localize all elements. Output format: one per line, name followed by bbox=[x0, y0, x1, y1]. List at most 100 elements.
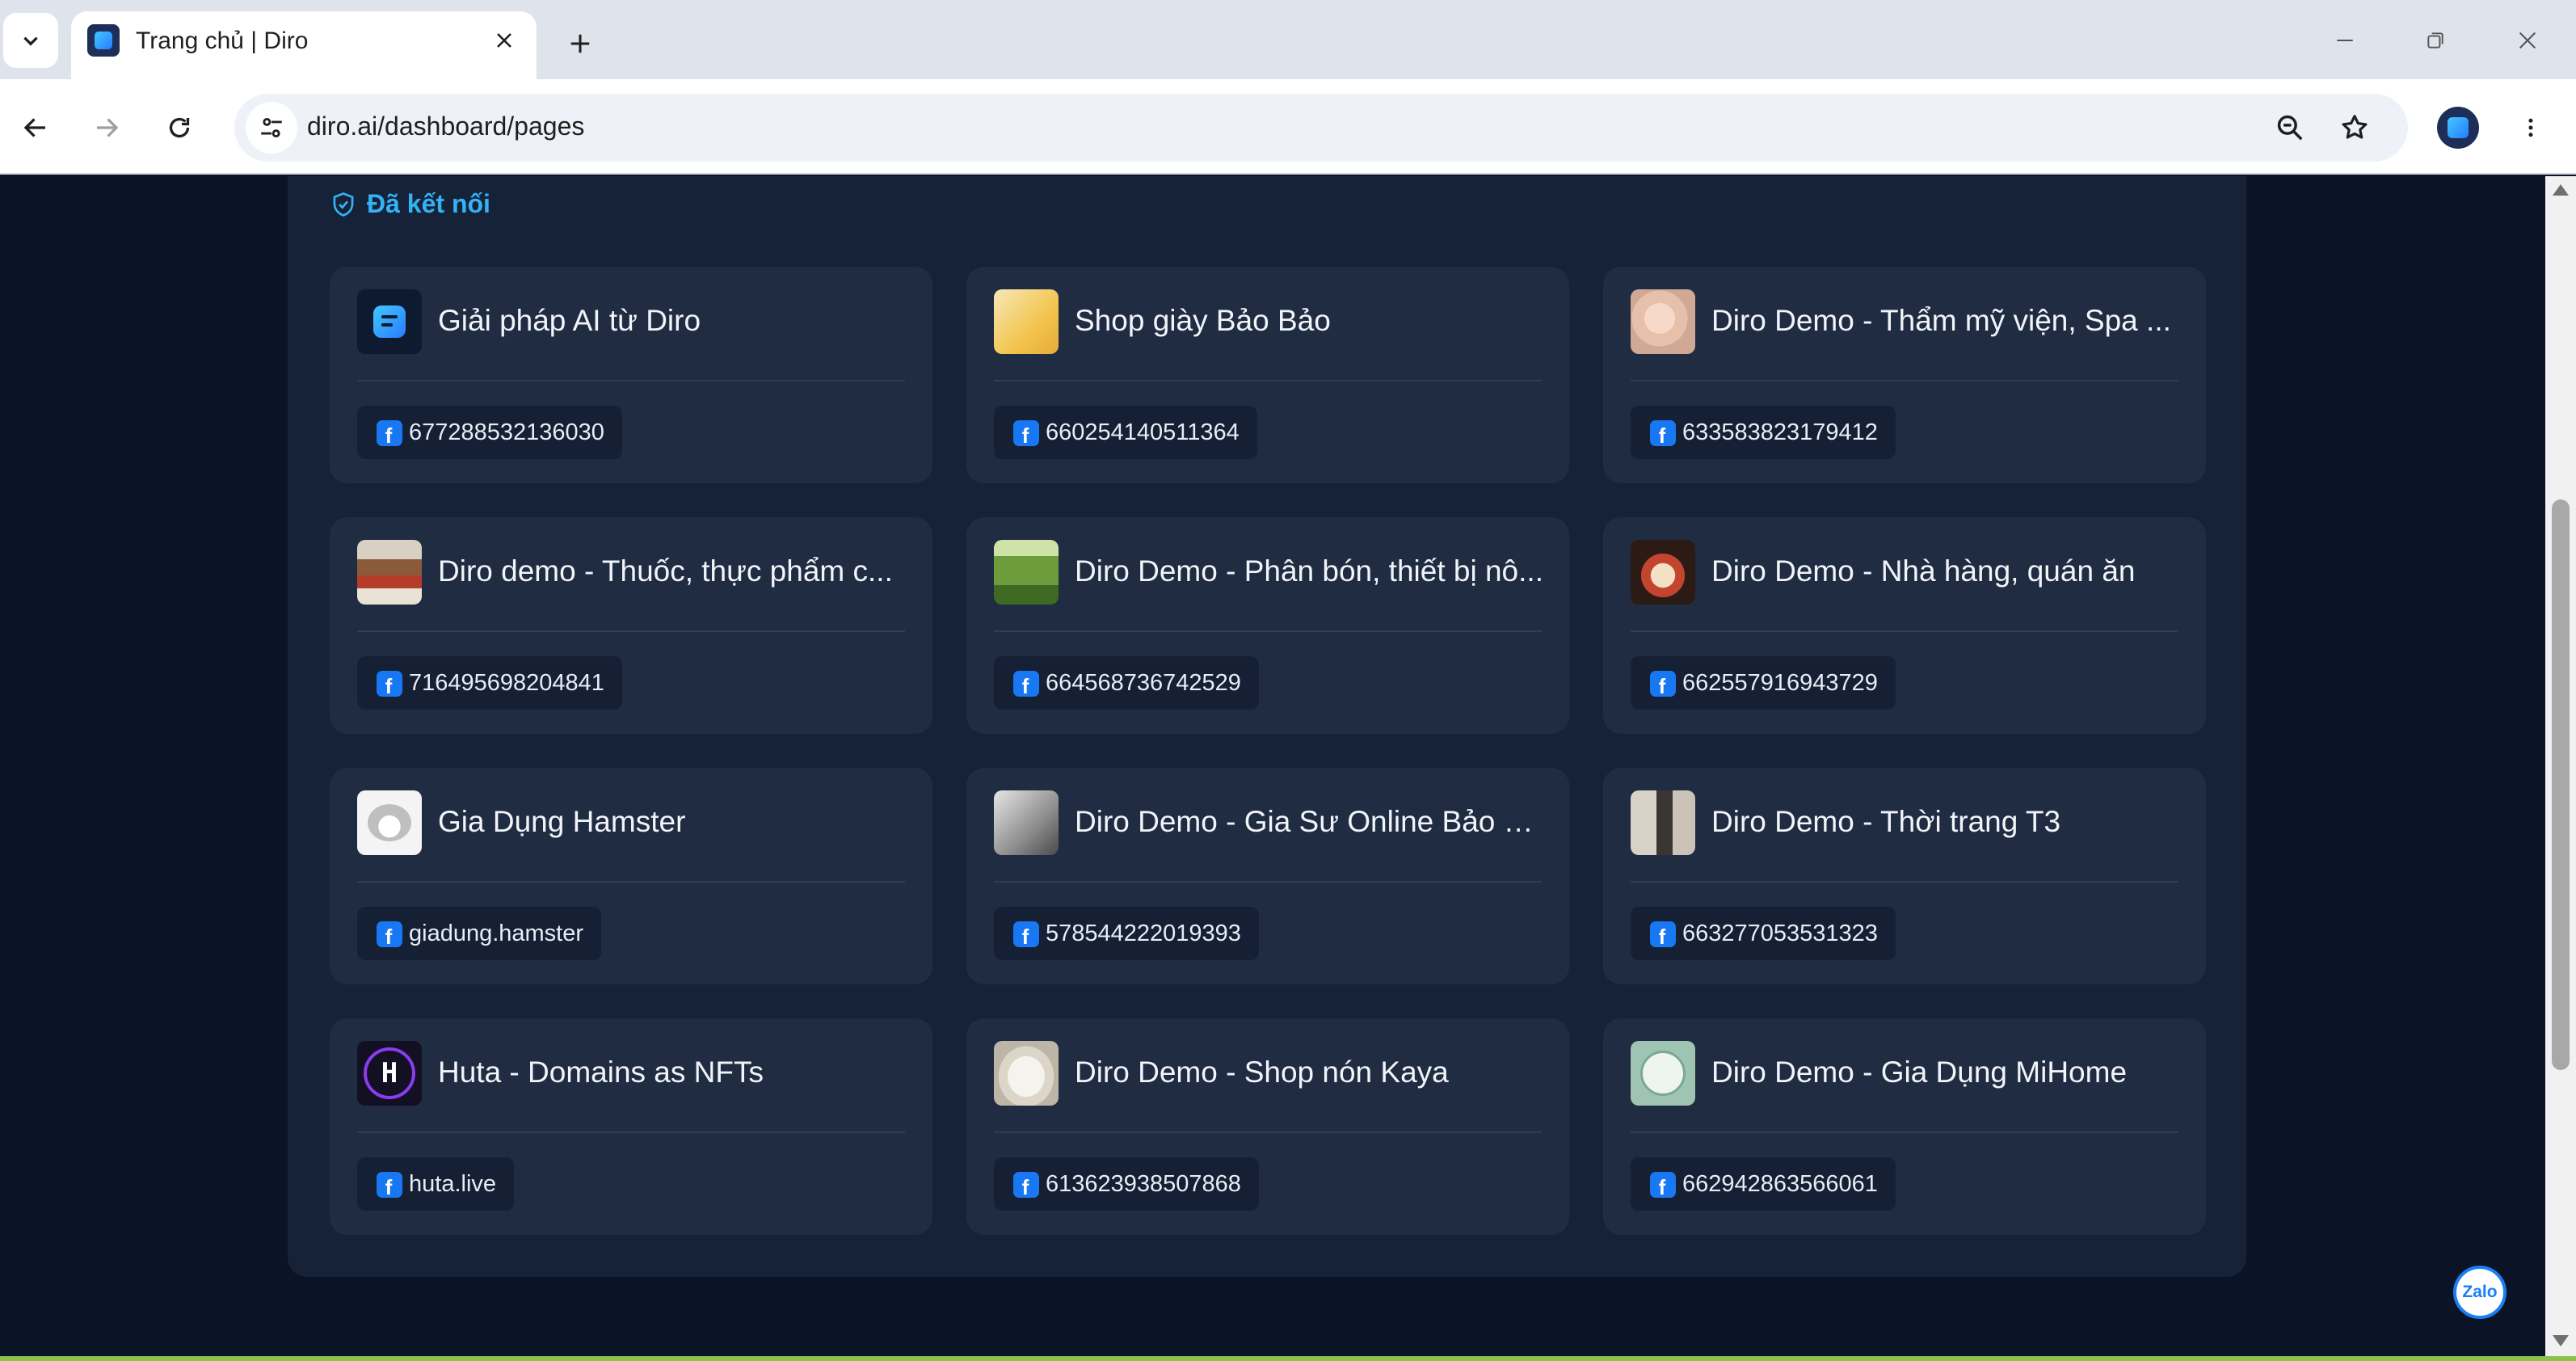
divider bbox=[994, 630, 1542, 632]
site-info-button[interactable] bbox=[246, 102, 297, 154]
divider bbox=[357, 881, 905, 883]
scroll-down-arrow-icon[interactable] bbox=[2553, 1335, 2569, 1346]
page-card-10[interactable]: H Huta - Domains as NFTs f huta.live bbox=[330, 1018, 932, 1235]
forward-button[interactable] bbox=[82, 103, 131, 152]
page-card-6[interactable]: Diro Demo - Nhà hàng, quán ăn f 66255791… bbox=[1603, 517, 2206, 734]
browser-toolbar: diro.ai/dashboard/pages bbox=[0, 79, 2576, 175]
page-name: Diro Demo - Thời trang T3 bbox=[1711, 805, 2061, 838]
page-id-chip: f 662557916943729 bbox=[1631, 656, 1896, 710]
page-name: Shop giày Bảo Bảo bbox=[1075, 304, 1331, 337]
page-id-chip: f 663277053531323 bbox=[1631, 907, 1896, 960]
page-viewport: Đã kết nối Giải pháp AI từ Diro f 677288… bbox=[0, 176, 2545, 1356]
hamster-avatar bbox=[357, 790, 422, 855]
page-id: 662942863566061 bbox=[1682, 1170, 1878, 1197]
extension-diro-icon[interactable] bbox=[2437, 107, 2479, 149]
diro-logo-avatar bbox=[357, 289, 422, 354]
tab-title: Trang chủ | Diro bbox=[136, 27, 309, 54]
page-id: 660254140511364 bbox=[1046, 419, 1240, 445]
reload-icon bbox=[169, 117, 190, 138]
page-card-11[interactable]: Diro Demo - Shop nón Kaya f 613623938507… bbox=[966, 1018, 1569, 1235]
page-id-chip: f 578544222019393 bbox=[994, 907, 1259, 960]
arrow-left-icon bbox=[23, 118, 45, 137]
spa-avatar bbox=[1631, 289, 1695, 354]
arrow-right-icon bbox=[97, 118, 119, 137]
page-id: 633583823179412 bbox=[1682, 419, 1878, 445]
more-vert-icon bbox=[2528, 118, 2533, 137]
page-card-4[interactable]: Diro demo - Thuốc, thực phẩm c... f 7164… bbox=[330, 517, 932, 734]
page-id: 613623938507868 bbox=[1046, 1170, 1241, 1197]
page-card-8[interactable]: Diro Demo - Gia Sư Online Bảo C... f 578… bbox=[966, 768, 1569, 984]
page-card-9[interactable]: Diro Demo - Thời trang T3 f 663277053531… bbox=[1603, 768, 2206, 984]
divider bbox=[994, 380, 1542, 381]
bookmark-button[interactable] bbox=[2332, 105, 2377, 150]
page-name: Diro Demo - Nhà hàng, quán ăn bbox=[1711, 554, 2136, 588]
close-icon bbox=[497, 33, 511, 48]
chevron-down-icon bbox=[23, 36, 38, 46]
facebook-icon: f bbox=[1013, 921, 1039, 947]
bottom-edge bbox=[0, 1356, 2576, 1361]
facebook-icon: f bbox=[1013, 671, 1039, 697]
zalo-label: Zalo bbox=[2462, 1283, 2498, 1301]
facebook-icon: f bbox=[377, 921, 402, 947]
url-text[interactable]: diro.ai/dashboard/pages bbox=[307, 112, 584, 141]
page-name: Diro Demo - Shop nón Kaya bbox=[1075, 1056, 1449, 1089]
divider bbox=[994, 1131, 1542, 1133]
facebook-icon: f bbox=[1013, 420, 1039, 446]
page-name: Diro Demo - Thẩm mỹ viện, Spa ... bbox=[1711, 304, 2171, 337]
scrollbar-thumb[interactable] bbox=[2552, 499, 2570, 1070]
minimize-button[interactable] bbox=[2321, 16, 2369, 65]
page-card-7[interactable]: Gia Dụng Hamster f giadung.hamster bbox=[330, 768, 932, 984]
reload-button[interactable] bbox=[155, 103, 204, 152]
restore-icon bbox=[2427, 32, 2443, 48]
page-id: 664568736742529 bbox=[1046, 669, 1241, 696]
tab-close-button[interactable] bbox=[486, 23, 522, 58]
mihome-avatar bbox=[1631, 1041, 1695, 1106]
page-id-chip: f 664568736742529 bbox=[994, 656, 1259, 710]
page-id-chip: f 613623938507868 bbox=[994, 1157, 1259, 1211]
address-bar[interactable]: diro.ai/dashboard/pages bbox=[234, 94, 2408, 162]
page-id-chip: f 633583823179412 bbox=[1631, 406, 1896, 459]
page-id: 663277053531323 bbox=[1682, 920, 1878, 946]
page-name: Diro Demo - Gia Dụng MiHome bbox=[1711, 1056, 2128, 1089]
page-card-1[interactable]: Giải pháp AI từ Diro f 677288532136030 bbox=[330, 267, 932, 483]
divider bbox=[357, 630, 905, 632]
back-button[interactable] bbox=[11, 103, 60, 152]
facebook-icon: f bbox=[377, 420, 402, 446]
page-card-12[interactable]: Diro Demo - Gia Dụng MiHome f 6629428635… bbox=[1603, 1018, 2206, 1235]
page-card-2[interactable]: Shop giày Bảo Bảo f 660254140511364 bbox=[966, 267, 1569, 483]
scroll-up-arrow-icon[interactable] bbox=[2553, 184, 2569, 196]
page-card-3[interactable]: Diro Demo - Thẩm mỹ viện, Spa ... f 6335… bbox=[1603, 267, 2206, 483]
page-card-5[interactable]: Diro Demo - Phân bón, thiết bị nô... f 6… bbox=[966, 517, 1569, 734]
tab-search-button[interactable] bbox=[3, 13, 58, 68]
page-id-chip: f huta.live bbox=[357, 1157, 515, 1211]
facebook-icon: f bbox=[1650, 1172, 1676, 1198]
zalo-chat-button[interactable]: Zalo bbox=[2453, 1266, 2507, 1319]
divider bbox=[357, 1131, 905, 1133]
restaurant-avatar bbox=[1631, 540, 1695, 605]
page-id: giadung.hamster bbox=[409, 920, 584, 946]
tune-icon bbox=[261, 117, 282, 138]
page-name: Gia Dụng Hamster bbox=[438, 805, 686, 838]
browser-menu-button[interactable] bbox=[2508, 103, 2553, 152]
page-id: 716495698204841 bbox=[409, 669, 604, 696]
divider bbox=[1631, 1131, 2178, 1133]
new-tab-button[interactable] bbox=[558, 21, 603, 66]
zoom-button[interactable] bbox=[2267, 105, 2313, 150]
page-name: Diro Demo - Phân bón, thiết bị nô... bbox=[1075, 554, 1543, 588]
restore-button[interactable] bbox=[2411, 16, 2460, 65]
divider bbox=[1631, 630, 2178, 632]
page-name: Huta - Domains as NFTs bbox=[438, 1056, 764, 1089]
tutor-avatar bbox=[994, 790, 1059, 855]
facebook-icon: f bbox=[377, 1172, 402, 1198]
page-id: huta.live bbox=[409, 1170, 497, 1197]
vertical-scrollbar[interactable] bbox=[2545, 176, 2576, 1361]
page-id-chip: f 662942863566061 bbox=[1631, 1157, 1896, 1211]
window-close-button[interactable] bbox=[2503, 16, 2552, 65]
shield-check-icon bbox=[333, 192, 354, 217]
connected-label: Đã kết nối bbox=[367, 189, 490, 218]
facebook-icon: f bbox=[1650, 420, 1676, 446]
page-name: Giải pháp AI từ Diro bbox=[438, 304, 701, 337]
browser-tab-active[interactable]: Trang chủ | Diro bbox=[71, 11, 537, 81]
divider bbox=[1631, 380, 2178, 381]
tab-strip: Trang chủ | Diro bbox=[0, 0, 2576, 81]
